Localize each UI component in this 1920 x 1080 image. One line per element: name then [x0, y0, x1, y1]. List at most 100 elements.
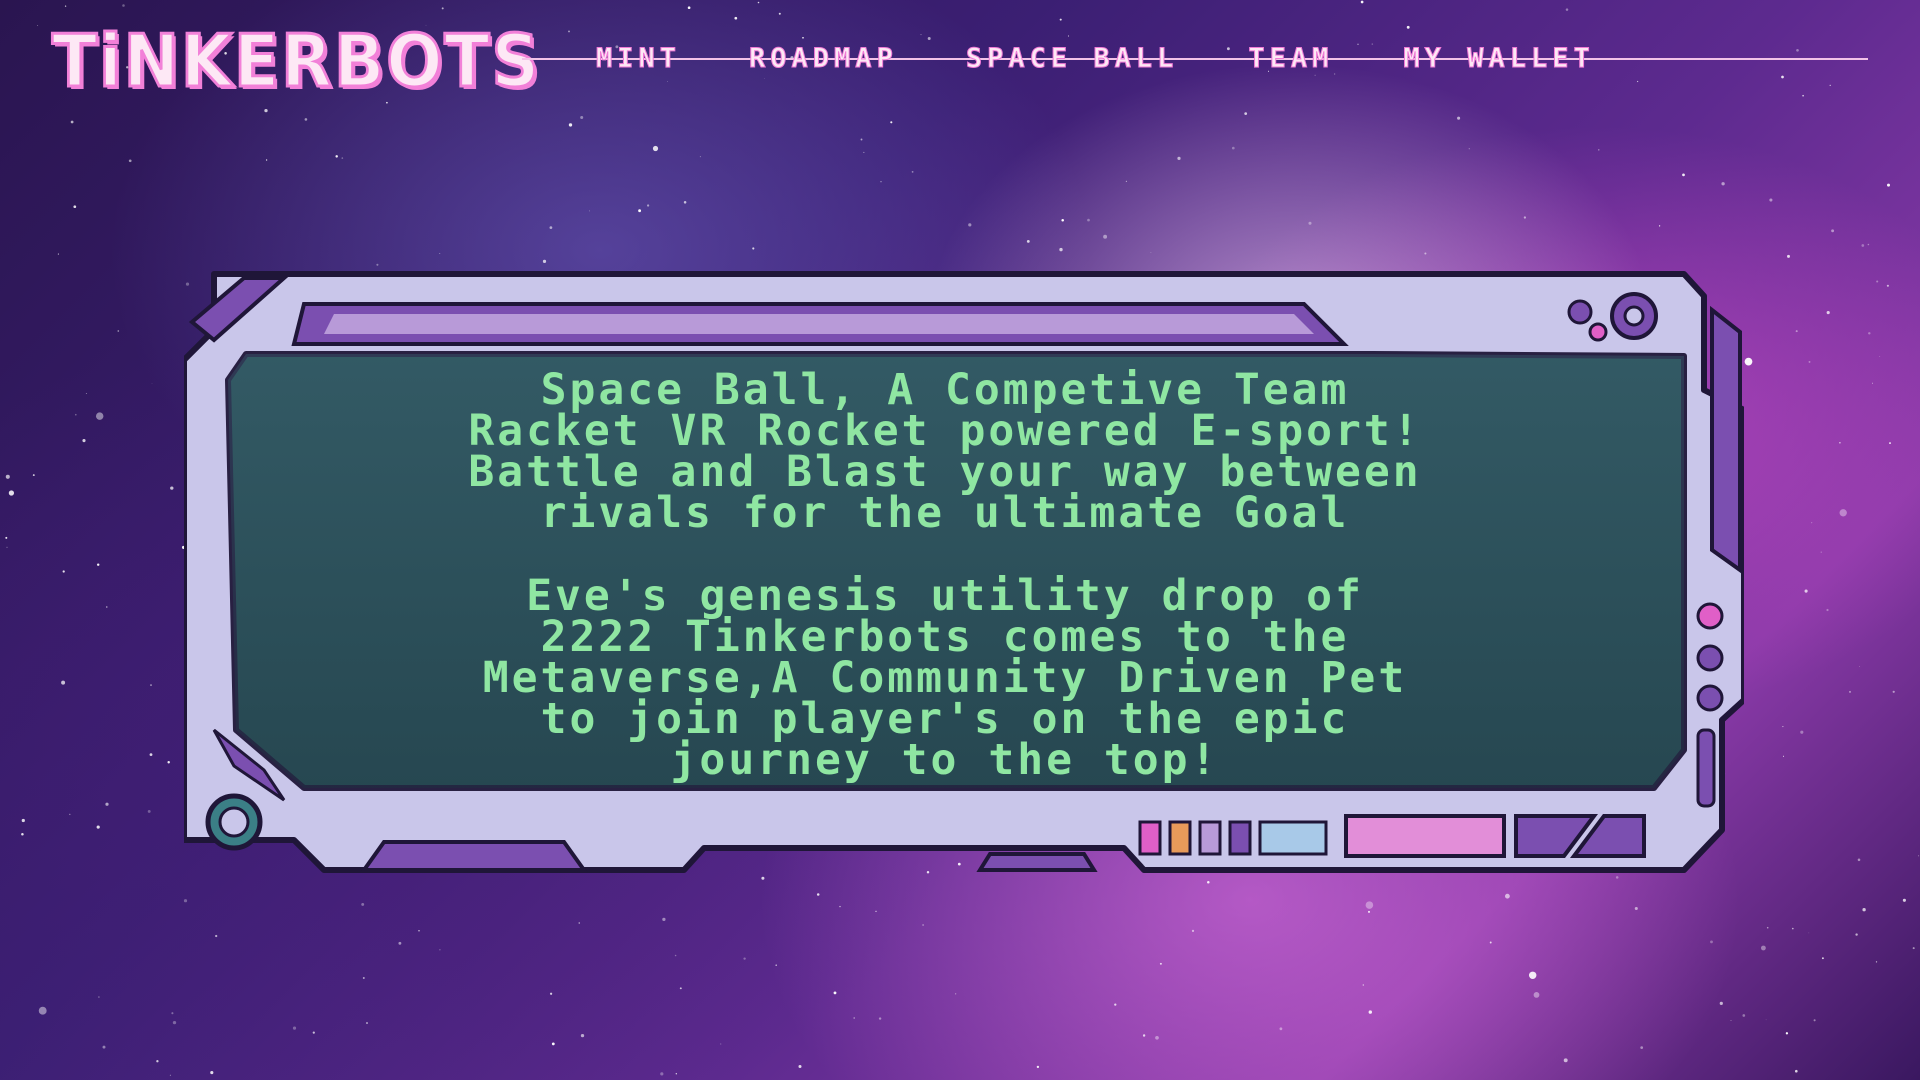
- star: [57, 253, 59, 255]
- nav-link-space-ball[interactable]: SPACE BALL: [962, 42, 1183, 74]
- star: [720, 1043, 722, 1045]
- star: [1087, 218, 1090, 222]
- star: [361, 902, 365, 906]
- star: [1368, 910, 1370, 913]
- star: [1159, 962, 1162, 965]
- star: [853, 1017, 856, 1019]
- star: [1857, 858, 1861, 862]
- star: [172, 1020, 177, 1025]
- star: [1719, 1001, 1723, 1005]
- star: [1876, 280, 1879, 283]
- star: [1742, 1014, 1746, 1017]
- star: [362, 977, 365, 979]
- star: [875, 910, 877, 912]
- site-logo[interactable]: TiNKERBOTS: [51, 18, 541, 105]
- star: [880, 181, 882, 183]
- star: [542, 259, 547, 264]
- star: [61, 680, 66, 685]
- star: [1826, 608, 1829, 612]
- star: [85, 393, 87, 394]
- star: [312, 1031, 315, 1034]
- star: [265, 159, 268, 161]
- star: [578, 922, 580, 924]
- star: [1505, 893, 1510, 899]
- nav-link-mint[interactable]: MINT: [592, 42, 685, 74]
- star: [1849, 690, 1851, 693]
- star: [1886, 284, 1889, 287]
- star: [549, 226, 553, 229]
- star: [1523, 216, 1527, 219]
- star: [1563, 1058, 1568, 1063]
- star: [1804, 589, 1808, 593]
- star: [366, 1022, 368, 1024]
- nav-link-roadmap[interactable]: ROADMAP: [745, 42, 902, 74]
- star: [1782, 726, 1784, 728]
- star: [376, 263, 379, 266]
- star: [106, 606, 108, 608]
- star: [215, 934, 218, 938]
- star: [292, 1026, 297, 1030]
- text-line: Space Ball, A Competive Team: [540, 365, 1350, 415]
- text-line: Racket VR Rocket powered E-sport!: [468, 406, 1422, 456]
- star: [70, 120, 74, 124]
- star: [1858, 665, 1860, 667]
- star: [171, 1012, 174, 1015]
- star: [890, 121, 893, 124]
- star: [1155, 1035, 1159, 1040]
- star: [75, 413, 77, 416]
- star: [1785, 1032, 1789, 1035]
- star: [8, 490, 15, 496]
- star: [743, 957, 746, 960]
- star: [1150, 252, 1152, 254]
- star: [82, 439, 86, 443]
- star: [1820, 551, 1822, 553]
- star: [1142, 1034, 1146, 1037]
- star: [1231, 146, 1235, 150]
- star: [1868, 332, 1871, 335]
- text-line: rivals for the ultimate Goal: [540, 488, 1350, 538]
- star: [1839, 509, 1847, 517]
- star: [1887, 183, 1890, 187]
- star: [150, 684, 152, 687]
- description-paragraph-1: Space Ball, A Competive Team Racket VR R…: [230, 365, 1660, 538]
- star: [775, 964, 777, 966]
- star: [1279, 1027, 1283, 1031]
- star: [5, 536, 8, 539]
- star: [1769, 198, 1773, 202]
- star: [652, 145, 659, 152]
- star: [699, 156, 701, 158]
- star: [1424, 252, 1427, 255]
- nav-link-my-wallet[interactable]: MY WALLET: [1399, 42, 1598, 74]
- star: [955, 993, 957, 995]
- text-line: Battle and Blast your way between: [468, 447, 1422, 497]
- star: [1489, 941, 1492, 944]
- star: [96, 563, 100, 566]
- star: [341, 157, 344, 159]
- star: [1658, 225, 1661, 227]
- star: [1368, 1010, 1372, 1014]
- star: [1862, 908, 1866, 912]
- star: [102, 1045, 106, 1049]
- star: [169, 1074, 171, 1076]
- star: [439, 253, 441, 255]
- nav-link-team[interactable]: TEAM: [1244, 42, 1337, 74]
- star: [1682, 173, 1685, 177]
- star: [128, 159, 132, 163]
- star: [1103, 234, 1108, 239]
- star: [32, 474, 35, 477]
- star: [1811, 522, 1813, 524]
- star: [878, 1017, 882, 1020]
- star: [638, 209, 642, 213]
- star: [1114, 1003, 1117, 1006]
- star: [1528, 971, 1537, 980]
- text-line: Eve's genesis utility drop of: [526, 571, 1364, 621]
- star: [98, 996, 100, 998]
- star: [551, 1042, 555, 1046]
- star: [752, 247, 755, 250]
- star: [683, 201, 687, 204]
- star: [418, 930, 420, 932]
- star: [968, 223, 972, 227]
- star: [1783, 755, 1784, 757]
- star: [1362, 984, 1364, 986]
- description-paragraph-2: Eve's genesis utility drop of 2222 Tinke…: [230, 571, 1660, 782]
